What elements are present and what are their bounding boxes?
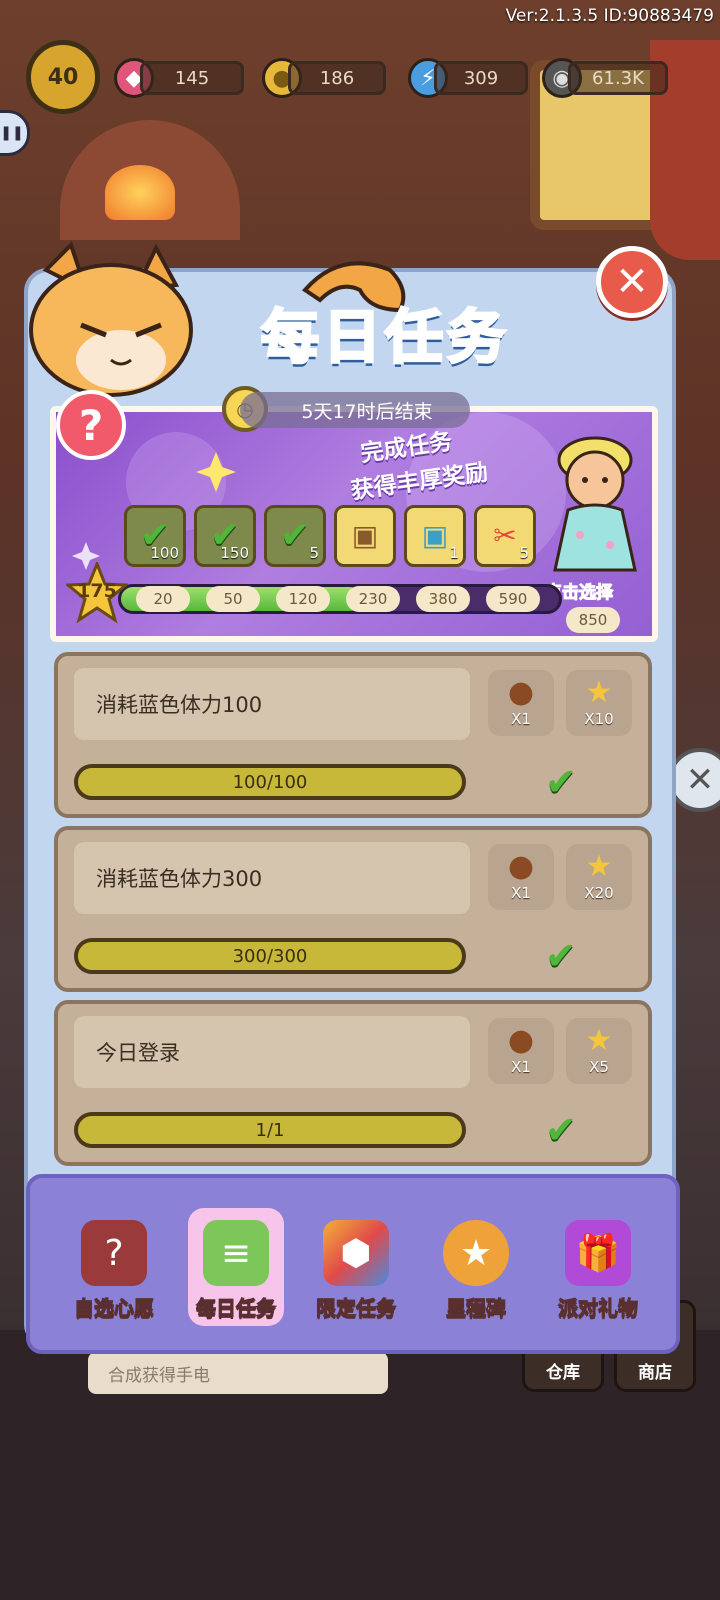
reward-amount: X1: [511, 884, 531, 902]
milestone-label: 380: [416, 586, 470, 612]
tab-wish[interactable]: ? 自选心愿: [54, 1220, 174, 1330]
tab-milestone[interactable]: ★ 里程碑: [416, 1220, 536, 1330]
milestone-label: 590: [486, 586, 540, 612]
reward-amount: X1: [511, 1058, 531, 1076]
reward-count: 5: [519, 544, 529, 562]
reward-count: 100: [150, 544, 179, 562]
tab-daily-task[interactable]: ≡ 每日任务: [176, 1220, 296, 1330]
reward-box-5[interactable]: ▣ 1: [404, 505, 466, 567]
fire-icon: [105, 165, 175, 220]
tab-party-gift[interactable]: 🎁 派对礼物: [538, 1220, 658, 1330]
hint-bar: 合成获得手电: [88, 1352, 388, 1394]
task-reward-acorn: ● X1: [488, 1018, 554, 1084]
daily-task-icon: ≡: [203, 1220, 269, 1286]
milestone-label: 20: [136, 586, 190, 612]
tab-label: 自选心愿: [74, 1296, 155, 1321]
tab-label: 里程碑: [446, 1296, 507, 1321]
task-reward-star: ★ X20: [566, 844, 632, 910]
scissors-icon: ✂: [493, 519, 517, 552]
reward-box-3[interactable]: ✔ 5: [264, 505, 326, 567]
fox-character-icon[interactable]: [540, 420, 650, 580]
reward-box-4[interactable]: ▣: [334, 505, 396, 567]
acorn-icon: ●: [507, 849, 535, 884]
acorn-icon: ●: [507, 675, 535, 710]
star-icon: ★: [585, 1023, 613, 1058]
reward-box-2[interactable]: ✔ 150: [194, 505, 256, 567]
check-icon: ✔: [279, 515, 311, 556]
reward-amount: X20: [584, 884, 614, 902]
completed-check-icon: ✔: [545, 1108, 577, 1152]
blue-chest-icon: ▣: [421, 519, 449, 552]
player-level-badge[interactable]: 40: [26, 40, 100, 114]
reward-amount: X1: [511, 710, 531, 728]
wish-icon: ?: [81, 1220, 147, 1286]
gem-counter[interactable]: 145: [140, 61, 244, 95]
seed-counter[interactable]: 61.3K: [568, 61, 668, 95]
milestone-label: 120: [276, 586, 330, 612]
task-reward-star: ★ X5: [566, 1018, 632, 1084]
task-reward-star: ★ X10: [566, 670, 632, 736]
tab-label: 每日任务: [196, 1296, 277, 1321]
limited-task-icon: ⬢: [323, 1220, 389, 1286]
current-score: 175: [77, 580, 117, 602]
milestone-label: 230: [346, 586, 400, 612]
reward-box-1[interactable]: ✔ 100: [124, 505, 186, 567]
panel-title: 每日任务: [259, 302, 509, 373]
task-name: 消耗蓝色体力300: [74, 842, 470, 914]
task-name: 今日登录: [74, 1016, 470, 1088]
reward-amount: X10: [584, 710, 614, 728]
reward-count: 150: [220, 544, 249, 562]
completed-check-icon: ✔: [545, 760, 577, 804]
task-progress-bar: 300/300: [74, 938, 466, 974]
reward-count: 1: [449, 544, 459, 562]
tab-limited-task[interactable]: ⬢ 限定任务: [296, 1220, 416, 1330]
task-progress-bar: 100/100: [74, 764, 466, 800]
task-name: 消耗蓝色体力100: [74, 668, 470, 740]
reward-count: 5: [309, 544, 319, 562]
tab-label: 限定任务: [316, 1296, 397, 1321]
star-icon: ★: [585, 675, 613, 710]
task-reward-acorn: ● X1: [488, 670, 554, 736]
task-reward-acorn: ● X1: [488, 844, 554, 910]
close-button[interactable]: ✕: [596, 246, 668, 318]
milestone-icon: ★: [443, 1220, 509, 1286]
help-button[interactable]: ?: [56, 390, 126, 460]
tab-label: 派对礼物: [558, 1296, 639, 1321]
wooden-chest-icon: ▣: [351, 519, 379, 552]
gift-icon: 🎁: [565, 1220, 631, 1286]
task-progress-bar: 1/1: [74, 1112, 466, 1148]
coin-counter[interactable]: 186: [288, 61, 386, 95]
milestone-label: 50: [206, 586, 260, 612]
completed-check-icon: ✔: [545, 934, 577, 978]
reward-box-6[interactable]: ✂ 5: [474, 505, 536, 567]
milestone-label-final: 850: [566, 607, 620, 633]
acorn-icon: ●: [507, 1023, 535, 1058]
star-icon: ★: [585, 849, 613, 884]
version-label: Ver:2.1.3.5 ID:90883479: [505, 6, 714, 26]
reward-amount: X5: [589, 1058, 609, 1076]
energy-counter[interactable]: 309: [434, 61, 528, 95]
